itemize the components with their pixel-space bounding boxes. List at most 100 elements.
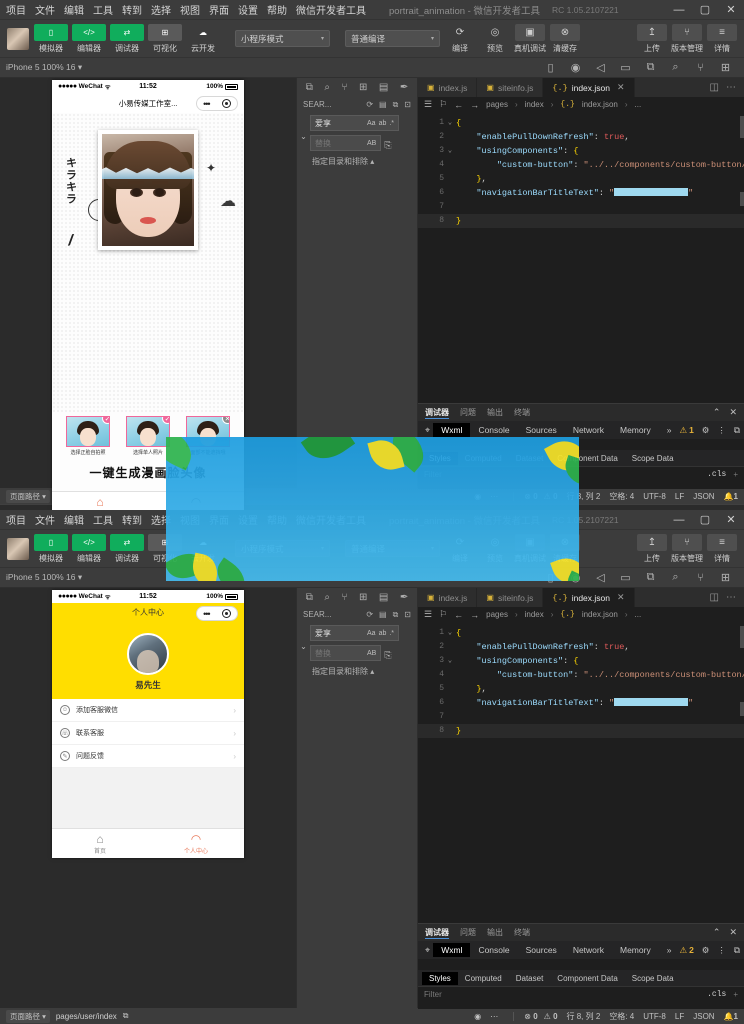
panel-tab-debugger[interactable]: 调试器 [425,927,449,939]
more-icon[interactable]: ⋮ [717,425,726,436]
devtab-console[interactable]: Console [470,943,517,957]
code-line[interactable]: 5 }, [418,682,744,696]
indent-info[interactable]: 空格: 4 [609,1011,634,1022]
files-icon[interactable]: ⧉ [306,592,313,603]
branch-icon[interactable]: ⑂ [342,592,348,603]
search-input[interactable] [315,629,367,638]
grid-icon[interactable]: ⊞ [713,568,738,588]
code-area-bottom[interactable]: 1⌄{2 "enablePullDownRefresh": true,3⌄ "u… [418,622,744,923]
clear-icon[interactable]: ▤ [379,610,387,620]
simulator-button[interactable]: ▯ 模拟器 [34,534,68,564]
collapse-icon[interactable]: ⌃ [713,927,721,938]
menu-item-project[interactable]: 项目 [6,512,26,527]
code-line[interactable]: 4 "custom-button": "../../components/cus… [418,668,744,682]
avatar[interactable] [7,28,29,50]
encoding-info[interactable]: UTF-8 [643,492,666,501]
search-icon[interactable]: ⌕ [324,82,330,93]
breadcrumb-more[interactable]: ... [635,610,642,619]
branch-icon[interactable]: ⑂ [688,58,713,78]
user-avatar[interactable] [127,633,169,675]
details-button[interactable]: ≡ 详情 [707,534,737,564]
new-icon[interactable]: ⊡ [404,610,411,620]
panel-tab-terminal[interactable]: 终端 [514,927,530,938]
devtab-wxml[interactable]: Wxml [433,423,470,437]
capsule-buttons[interactable]: ••• [196,96,238,111]
include-exclude-toggle[interactable]: 指定目录和排除 ▴ [310,155,413,167]
more-icon[interactable]: ••• [203,99,209,109]
code-line[interactable]: 8} [418,724,744,738]
menu-item-file[interactable]: 文件 [35,2,55,17]
styletab-component-data[interactable]: Component Data [550,972,624,985]
menu-item-tools[interactable]: 工具 [93,512,113,527]
menu-item-help[interactable]: 帮助 [267,2,287,17]
dock-icon[interactable]: ⧉ [734,425,740,436]
split-editor-icon[interactable]: ◫ [710,592,719,603]
simulator-button[interactable]: ▯ 模拟器 [34,24,68,54]
close-icon[interactable]: ✕ [617,592,625,603]
scrollbar-marker[interactable] [740,626,744,648]
code-line[interactable]: 7 [418,200,744,214]
devtab-network[interactable]: Network [565,423,612,437]
collapse-icon[interactable]: ⧉ [393,100,399,110]
search-icon[interactable]: ⌕ [663,58,688,78]
new-icon[interactable]: ⊡ [404,100,411,110]
find-field[interactable]: Aa ab .* [310,625,399,641]
sound-icon[interactable]: ◁ [588,568,613,588]
visualize-button[interactable]: ⊞ 可视化 [148,24,182,54]
devtab-sources[interactable]: Sources [518,943,565,957]
list-item[interactable]: ✎ 问题反馈 › [52,745,244,768]
bell-icon[interactable]: 🔔1 [724,1012,738,1021]
tab-index-js[interactable]: ▣ index.js [418,78,477,97]
tab-siteinfo-js[interactable]: ▣ siteinfo.js [477,588,543,607]
settings-icon[interactable]: ⚙ [702,945,710,956]
add-style-icon[interactable]: + [733,990,738,999]
warning-badge-bottom[interactable]: ⚠ 2 [679,945,693,956]
code-line[interactable]: 1⌄{ [418,626,744,640]
indent-info[interactable]: 空格: 4 [609,491,634,502]
more-icon[interactable]: ••• [203,609,209,619]
debugger-button[interactable]: ⇄ 调试器 [110,24,144,54]
upload-button[interactable]: ↥ 上传 [637,24,667,54]
replace-all-icon[interactable]: ⎘ [384,140,391,151]
style-filter-bottom[interactable]: Filter .cls + [418,986,744,1001]
save-icon[interactable]: ▤ [379,82,388,93]
cls-button[interactable]: .cls [707,990,726,999]
breadcrumb-index[interactable]: index [525,610,544,619]
compile-select[interactable]: 普通编译 ▾ [345,30,440,47]
minimize-icon[interactable]: — [666,510,692,530]
breadcrumb-file[interactable]: index.json [582,100,618,109]
screen-icon[interactable]: ▭ [613,58,638,78]
devtab-network[interactable]: Network [565,943,612,957]
extensions-icon[interactable]: ⊞ [359,82,367,93]
panel-tab-debugger[interactable]: 调试器 [425,407,449,419]
target-icon[interactable] [222,609,231,618]
search-icon[interactable]: ⌕ [324,592,330,603]
clear-cache-button[interactable]: ⊗ 清缓存 [550,24,580,54]
tab-home[interactable]: ⌂ 首页 [52,829,148,858]
match-case-icon[interactable]: Aa [367,120,376,127]
whole-word-icon[interactable]: ab [379,630,387,637]
code-line[interactable]: 4 "custom-button": "../../components/cus… [418,158,744,172]
fold-icon[interactable]: ⌄ [444,654,456,668]
fold-icon[interactable]: ⌄ [444,144,456,158]
version-button[interactable]: ⑂ 版本管理 [672,534,702,564]
styletab-computed[interactable]: Computed [458,972,509,985]
breadcrumb-more[interactable]: ... [635,100,642,109]
plugin-icon[interactable]: ✒ [400,82,408,93]
panel-tab-output[interactable]: 输出 [487,407,503,418]
warning-badge-top[interactable]: ⚠ 1 [679,425,693,436]
breadcrumb-file[interactable]: index.json [582,610,618,619]
target-icon[interactable] [222,99,231,108]
scrollbar-marker[interactable] [740,192,744,206]
bell-icon[interactable]: 🔔1 [724,492,738,501]
minimize-icon[interactable]: — [666,0,692,20]
panel-tab-problems[interactable]: 问题 [460,927,476,938]
debugger-button[interactable]: ⇄ 调试器 [110,534,144,564]
maximize-icon[interactable]: ▢ [692,0,718,20]
device-selector[interactable]: iPhone 5 100% 16 ▾ [6,62,82,73]
outline-icon[interactable]: ☰ [424,609,432,620]
back-icon[interactable]: ← [454,100,463,110]
styletab-scope-data[interactable]: Scope Data [625,452,681,465]
cls-button[interactable]: .cls [707,470,726,479]
dock-icon[interactable]: ⧉ [734,945,740,956]
